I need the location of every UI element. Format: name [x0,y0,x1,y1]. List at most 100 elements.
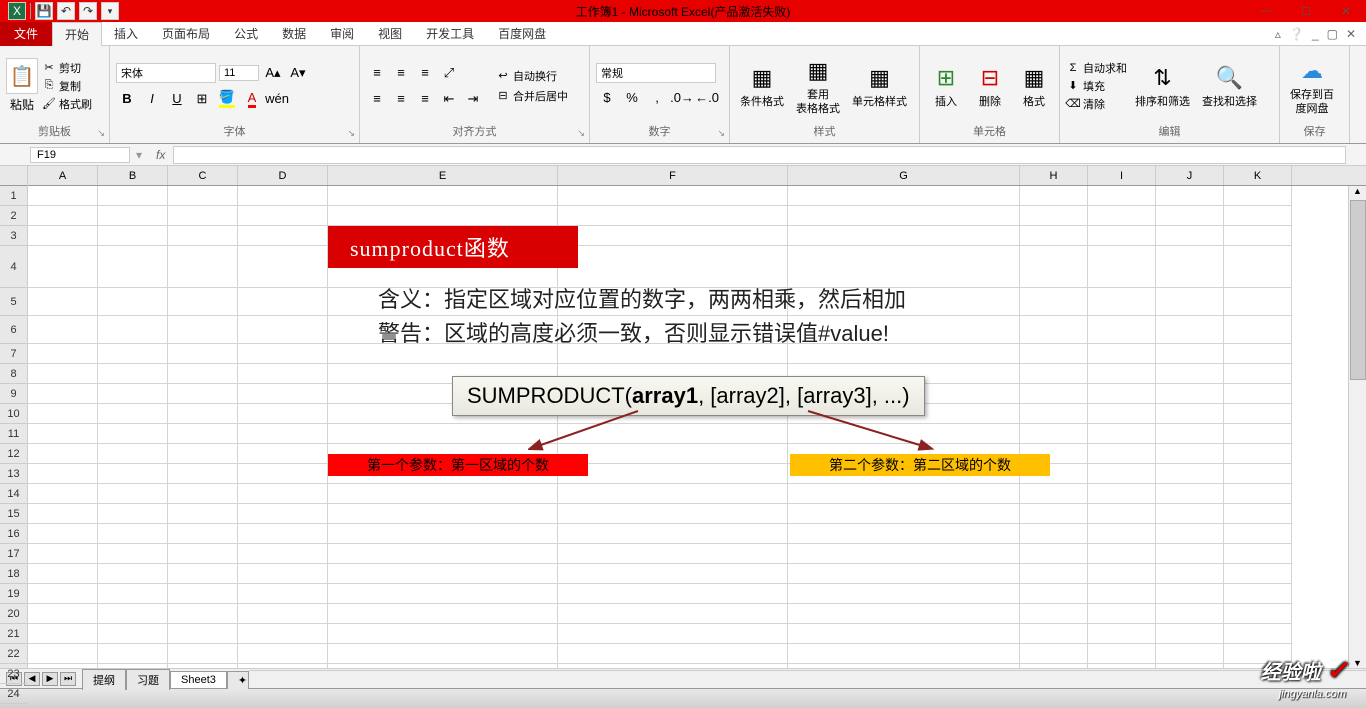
orientation-icon[interactable]: ⤢ [438,62,460,84]
cell[interactable] [168,424,238,444]
cell[interactable] [168,564,238,584]
cell[interactable] [1224,186,1292,206]
cell[interactable] [168,344,238,364]
cell[interactable] [328,644,558,664]
cell[interactable] [98,344,168,364]
cell[interactable] [98,504,168,524]
cell[interactable] [98,424,168,444]
cell[interactable] [1156,424,1224,444]
cell[interactable] [1224,226,1292,246]
cell[interactable] [28,544,98,564]
conditional-format-button[interactable]: ▦条件格式 [736,60,788,111]
cell[interactable] [168,246,238,288]
row-head-20[interactable]: 20 [0,604,27,624]
align-left-icon[interactable]: ≡ [366,88,388,110]
cell[interactable] [1088,246,1156,288]
currency-icon[interactable]: $ [596,87,618,109]
cell[interactable] [1156,344,1224,364]
cell[interactable] [98,524,168,544]
row-head-11[interactable]: 11 [0,424,27,444]
row-head-22[interactable]: 22 [0,644,27,664]
scroll-thumb[interactable] [1350,200,1366,380]
row-head-18[interactable]: 18 [0,564,27,584]
cell[interactable] [1088,504,1156,524]
wrap-text-button[interactable]: ↩自动换行 [496,68,568,84]
cell[interactable] [1088,316,1156,344]
font-launcher-icon[interactable]: ↘ [347,128,355,139]
cell[interactable] [1156,404,1224,424]
cell[interactable] [1020,664,1088,668]
row-head-1[interactable]: 1 [0,186,27,206]
cell[interactable] [788,226,1020,246]
cell[interactable] [238,544,328,564]
cell[interactable] [1088,384,1156,404]
format-cells-button[interactable]: ▦格式 [1014,60,1054,111]
cell[interactable] [98,564,168,584]
cell[interactable] [1088,186,1156,206]
cell[interactable] [1088,464,1156,484]
cut-button[interactable]: ✂剪切 [42,60,92,76]
cell[interactable] [1088,344,1156,364]
cell[interactable] [1020,504,1088,524]
cell[interactable] [98,226,168,246]
cell[interactable] [1020,344,1088,364]
decrease-decimal-icon[interactable]: ←.0 [696,87,718,109]
cell[interactable] [28,316,98,344]
cell[interactable] [1020,644,1088,664]
row-head-7[interactable]: 7 [0,344,27,364]
cell[interactable] [28,564,98,584]
cell[interactable] [1224,624,1292,644]
cell[interactable] [1020,364,1088,384]
cell[interactable] [238,186,328,206]
cell[interactable] [1088,364,1156,384]
row-head-6[interactable]: 6 [0,316,27,344]
cell[interactable] [168,404,238,424]
cell[interactable] [328,624,558,644]
delete-cells-button[interactable]: ⊟删除 [970,60,1010,111]
win-min2-icon[interactable]: _ [1312,27,1319,41]
cell[interactable] [1224,524,1292,544]
font-size-select[interactable]: 11 [219,65,259,81]
cell[interactable] [788,484,1020,504]
cell[interactable] [1224,344,1292,364]
maximize-button[interactable]: ☐ [1286,1,1326,21]
col-head-G[interactable]: G [788,166,1020,185]
cell[interactable] [1088,544,1156,564]
col-head-H[interactable]: H [1020,166,1088,185]
cell[interactable] [238,206,328,226]
cell[interactable] [238,384,328,404]
cell[interactable] [1156,664,1224,668]
cell[interactable] [328,544,558,564]
cell[interactable] [558,604,788,624]
cell[interactable] [1156,504,1224,524]
cell[interactable] [788,564,1020,584]
cell[interactable] [1020,484,1088,504]
row-head-21[interactable]: 21 [0,624,27,644]
cell[interactable] [238,288,328,316]
cell[interactable] [28,504,98,524]
cell[interactable] [1020,404,1088,424]
cell[interactable] [1020,624,1088,644]
cell[interactable] [1020,384,1088,404]
undo-icon[interactable]: ↶ [57,2,75,20]
sheet-tab-2[interactable]: 习题 [126,669,170,690]
cell[interactable] [238,364,328,384]
increase-font-icon[interactable]: A▴ [262,62,284,84]
col-head-C[interactable]: C [168,166,238,185]
cell[interactable] [1020,206,1088,226]
cell[interactable] [28,364,98,384]
bold-button[interactable]: B [116,88,138,110]
col-head-J[interactable]: J [1156,166,1224,185]
cell[interactable] [1020,226,1088,246]
fx-icon[interactable]: fx [148,148,173,162]
cell[interactable] [98,464,168,484]
cell[interactable] [168,364,238,384]
insert-cells-button[interactable]: ⊞插入 [926,60,966,111]
cell[interactable] [1224,464,1292,484]
cell[interactable] [98,604,168,624]
file-tab[interactable]: 文件 [0,22,52,46]
border-button[interactable]: ⊞ [191,88,213,110]
row-head-4[interactable]: 4 [0,246,27,288]
alignment-launcher-icon[interactable]: ↘ [577,128,585,139]
cell[interactable] [788,624,1020,644]
